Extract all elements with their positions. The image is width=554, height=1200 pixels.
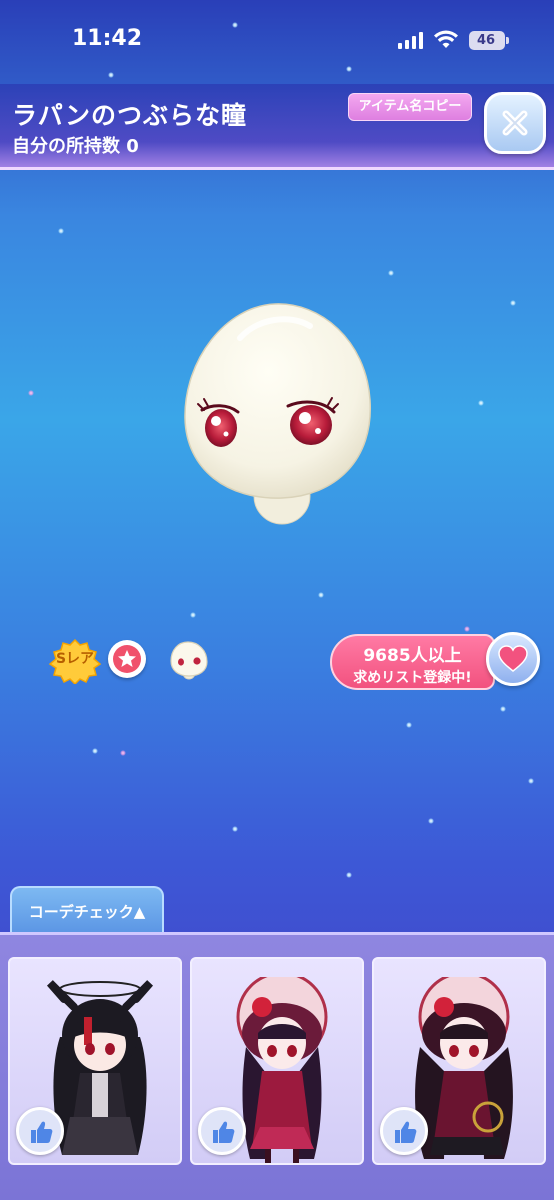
- copy-item-name-button[interactable]: アイテム名コピー: [348, 93, 472, 121]
- rarity-label: Sレア: [55, 651, 95, 667]
- heart-icon: [498, 645, 528, 672]
- coord-check-tab[interactable]: コーデチェック▲: [10, 886, 164, 934]
- thumbs-up-icon: [395, 1121, 417, 1143]
- coord-card[interactable]: [8, 957, 182, 1165]
- thumbs-up-icon: [31, 1121, 53, 1143]
- wishlist-count: 9685人以上: [363, 646, 462, 666]
- battery-icon: 46: [469, 31, 509, 50]
- status-time: 11:42: [72, 26, 143, 51]
- close-button[interactable]: [484, 92, 546, 154]
- like-button[interactable]: [380, 1107, 428, 1155]
- wishlist-heart-button[interactable]: [486, 632, 540, 686]
- wishlist-label: 求めリスト登録中!: [353, 670, 472, 686]
- status-bar: 11:42 46: [0, 0, 554, 84]
- item-title: ラパンのつぶらな瞳: [12, 101, 248, 130]
- like-button[interactable]: [198, 1107, 246, 1155]
- coord-card[interactable]: [190, 957, 364, 1165]
- owned-count: 自分の所持数 0: [12, 136, 139, 157]
- wishlist-banner: 9685人以上 求めリスト登録中!: [330, 634, 495, 690]
- star-badge: [108, 640, 146, 678]
- cellular-signal-icon: [398, 32, 424, 49]
- thumbs-up-icon: [213, 1121, 235, 1143]
- close-icon: [502, 110, 528, 136]
- star-icon: [118, 650, 136, 667]
- coord-check-panel: [0, 932, 554, 1200]
- battery-level: 46: [476, 33, 496, 48]
- coord-card[interactable]: [372, 957, 546, 1165]
- rarity-badge: Sレア: [47, 638, 103, 684]
- wifi-icon: [434, 30, 458, 50]
- item-header: ラパンのつぶらな瞳 自分の所持数 0 アイテム名コピー: [0, 84, 554, 170]
- like-button[interactable]: [16, 1107, 64, 1155]
- item-type-icon: [166, 638, 212, 682]
- item-preview-image: [170, 300, 380, 540]
